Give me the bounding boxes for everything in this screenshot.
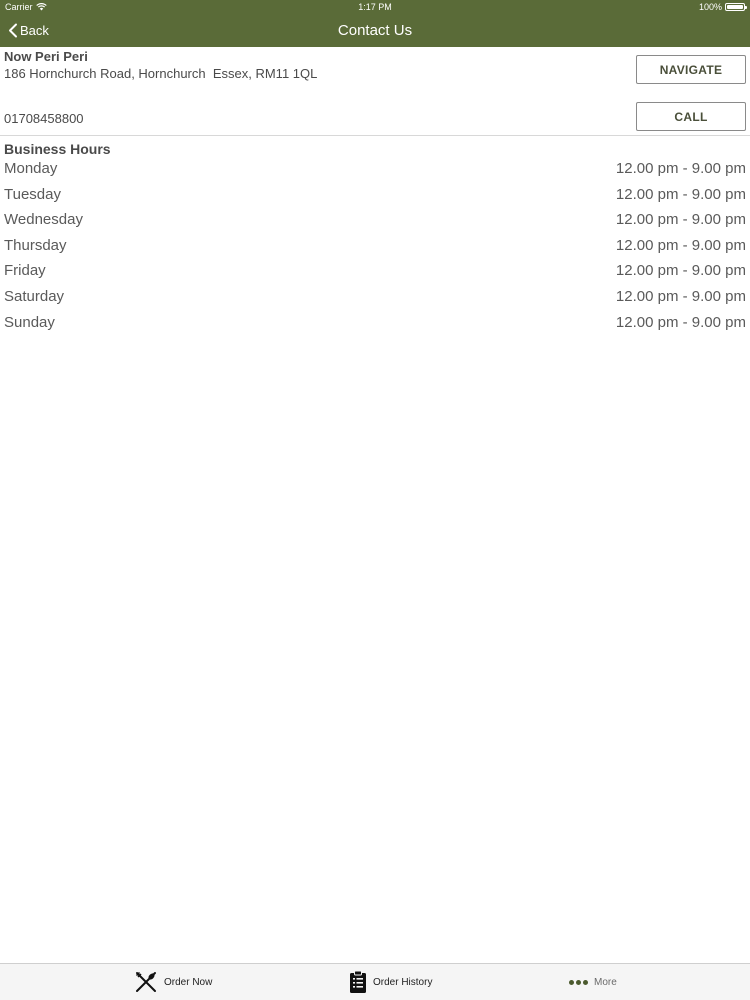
day-label: Tuesday bbox=[4, 185, 61, 203]
hours-time: 12.00 pm - 9.00 pm bbox=[615, 262, 746, 280]
hours-time: 12.00 pm - 9.00 pm bbox=[615, 236, 746, 254]
tab-label: Order Now bbox=[164, 976, 213, 988]
day-label: Friday bbox=[4, 262, 46, 280]
navigate-button[interactable]: NAVIGATE bbox=[636, 55, 746, 84]
tab-order-history[interactable]: Order History bbox=[349, 964, 432, 1000]
hours-row-friday: Friday 12.00 pm - 9.00 pm bbox=[0, 260, 750, 286]
business-hours-title: Business Hours bbox=[4, 141, 111, 157]
hours-list: Monday 12.00 pm - 9.00 pm Tuesday 12.00 … bbox=[0, 158, 750, 337]
hours-time: 12.00 pm - 9.00 pm bbox=[615, 287, 746, 305]
more-dots-icon bbox=[569, 979, 588, 985]
hours-time: 12.00 pm - 9.00 pm bbox=[615, 185, 746, 203]
tab-more[interactable]: More bbox=[569, 964, 617, 1000]
restaurant-name: Now Peri Peri bbox=[4, 49, 88, 64]
hours-time: 12.00 pm - 9.00 pm bbox=[615, 211, 746, 229]
hours-row-sunday: Sunday 12.00 pm - 9.00 pm bbox=[0, 312, 750, 338]
status-time: 1:17 PM bbox=[358, 2, 392, 12]
hours-row-tuesday: Tuesday 12.00 pm - 9.00 pm bbox=[0, 184, 750, 210]
tab-bar: Order Now Order History More bbox=[0, 963, 750, 1000]
clipboard-icon bbox=[350, 970, 366, 993]
restaurant-address: 186 Hornchurch Road, Hornchurch Essex, R… bbox=[4, 66, 318, 81]
day-label: Wednesday bbox=[4, 211, 83, 229]
utensils-icon bbox=[135, 971, 156, 992]
hours-row-wednesday: Wednesday 12.00 pm - 9.00 pm bbox=[0, 209, 750, 235]
page-title: Contact Us bbox=[337, 22, 413, 39]
day-label: Thursday bbox=[4, 236, 67, 254]
battery-indicator: 100% bbox=[698, 0, 747, 14]
contact-us-screen: Carrier 1:17 PM 100% Back Contact Us Now… bbox=[0, 0, 750, 1000]
hours-row-monday: Monday 12.00 pm - 9.00 pm bbox=[0, 158, 750, 184]
day-label: Saturday bbox=[4, 287, 65, 305]
hours-row-thursday: Thursday 12.00 pm - 9.00 pm bbox=[0, 235, 750, 261]
battery-icon bbox=[725, 3, 747, 11]
status-bar: Carrier 1:17 PM 100% bbox=[0, 0, 750, 14]
hours-time: 12.00 pm - 9.00 pm bbox=[615, 160, 746, 177]
hours-row-saturday: Saturday 12.00 pm - 9.00 pm bbox=[0, 286, 750, 312]
hours-time: 12.00 pm - 9.00 pm bbox=[615, 313, 746, 331]
tab-label: Order History bbox=[373, 976, 433, 988]
phone-number: 01708458800 bbox=[4, 111, 84, 126]
tab-order-now[interactable]: Order Now bbox=[134, 964, 212, 1000]
battery-percent: 100% bbox=[698, 2, 722, 12]
navigation-bar: Carrier 1:17 PM 100% Back Contact Us bbox=[0, 0, 750, 47]
nav-row: Back Contact Us bbox=[0, 14, 750, 47]
day-label: Sunday bbox=[4, 313, 55, 331]
contact-section: Now Peri Peri 186 Hornchurch Road, Hornc… bbox=[0, 47, 750, 136]
day-label: Monday bbox=[4, 160, 58, 177]
call-button[interactable]: CALL bbox=[636, 102, 746, 131]
tab-label: More bbox=[594, 976, 617, 988]
